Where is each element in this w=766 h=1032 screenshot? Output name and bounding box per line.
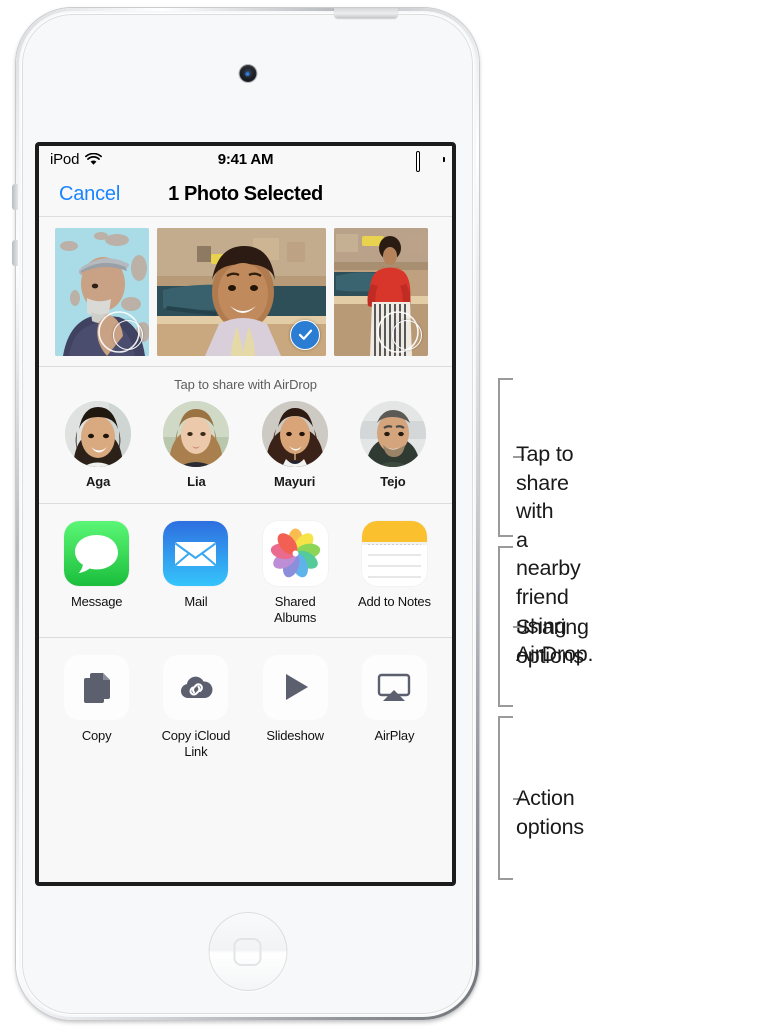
device-screen: iPod 9:41 AM Cancel 1 Photo Selected Tap… [35,142,456,886]
airdrop-contact-name: Tejo [380,474,406,489]
airdrop-contact-name: Aga [85,474,111,489]
action-option-copy[interactable]: Copy [47,654,146,761]
action-option-label: AirPlay [374,727,415,743]
share-option-label: Mail [184,594,208,609]
home-button[interactable] [208,912,287,991]
action-option-copy-icloud-link[interactable]: Copy iCloud Link [146,654,245,761]
share-option-shared-albums[interactable]: Shared Albums [246,521,345,627]
share-option-add-to-notes[interactable]: Add to Notes [345,521,444,627]
avatar [163,401,230,467]
action-option-airplay[interactable]: AirPlay [345,654,444,761]
status-bar-clock: 9:41 AM [217,151,274,168]
volume-up-button[interactable] [12,184,18,210]
photo-thumbnail[interactable] [334,227,428,356]
photos-icon [262,521,328,586]
avatar [359,401,426,467]
selected-photos-strip[interactable] [39,217,452,367]
photo-thumbnail[interactable] [157,227,326,356]
photo-select-toggle[interactable] [113,319,143,350]
avatar [65,401,132,467]
status-bar: iPod 9:41 AM [39,146,452,173]
share-option-label: Shared Albums [274,594,317,626]
action-options-row: Copy Copy iCloud Link Slideshow AirPlay [39,637,452,770]
share-option-message[interactable]: Message [47,521,146,627]
action-option-label: Slideshow [266,727,324,743]
action-option-label: Copy [81,727,112,743]
photo-select-toggle-selected[interactable] [290,319,320,350]
volume-down-button[interactable] [12,240,18,266]
callout-bracket [498,716,524,880]
share-option-label: Add to Notes [357,594,431,609]
airdrop-contact-lia[interactable]: Lia [154,401,238,489]
notes-icon [361,521,427,586]
callout-label: Sharing options [516,615,589,668]
share-option-mail[interactable]: Mail [146,521,245,627]
airplay-icon [361,654,427,720]
status-bar-right [416,151,445,172]
callout-bracket [498,546,524,707]
airdrop-contact-mayuri[interactable]: Mayuri [253,401,337,489]
messages-icon [64,521,130,586]
airdrop-hint-label: Tap to share with AirDrop [174,377,317,392]
front-camera-icon [239,65,256,82]
home-button-square-icon [233,937,262,966]
airdrop-contact-tejo[interactable]: Tejo [351,401,435,489]
mail-icon [163,521,229,586]
airdrop-contacts-list: Aga Lia Mayuri Tejo [39,401,452,489]
callout-label: Action options [516,786,584,839]
battery-full-icon [416,151,445,172]
airdrop-contact-name: Mayuri [273,474,316,489]
copy-icon [64,654,130,720]
airdrop-section: Tap to share with AirDrop Aga Lia Mayuri… [39,367,452,504]
airdrop-contact-name: Lia [187,474,206,489]
action-option-slideshow[interactable]: Slideshow [246,654,345,761]
screenshot-stage: iPod 9:41 AM Cancel 1 Photo Selected Tap… [0,0,766,1032]
sharing-options-row: Message Mail Shared Albums Add to Notes [39,504,452,638]
navigation-bar: Cancel 1 Photo Selected [39,173,452,217]
share-sheet: iPod 9:41 AM Cancel 1 Photo Selected Tap… [39,146,452,882]
callout-bracket [498,378,524,537]
cancel-button[interactable]: Cancel [59,183,120,206]
power-button[interactable] [334,8,398,18]
avatar [261,401,328,467]
checkmark-icon [298,329,312,340]
photo-thumbnail[interactable] [55,227,149,356]
action-option-label: Copy iCloud Link [161,727,231,759]
icloud-link-icon [163,654,229,720]
play-icon [262,654,328,720]
airdrop-contact-aga[interactable]: Aga [56,401,140,489]
share-option-label: Message [70,594,123,609]
photo-select-toggle[interactable] [392,319,422,350]
